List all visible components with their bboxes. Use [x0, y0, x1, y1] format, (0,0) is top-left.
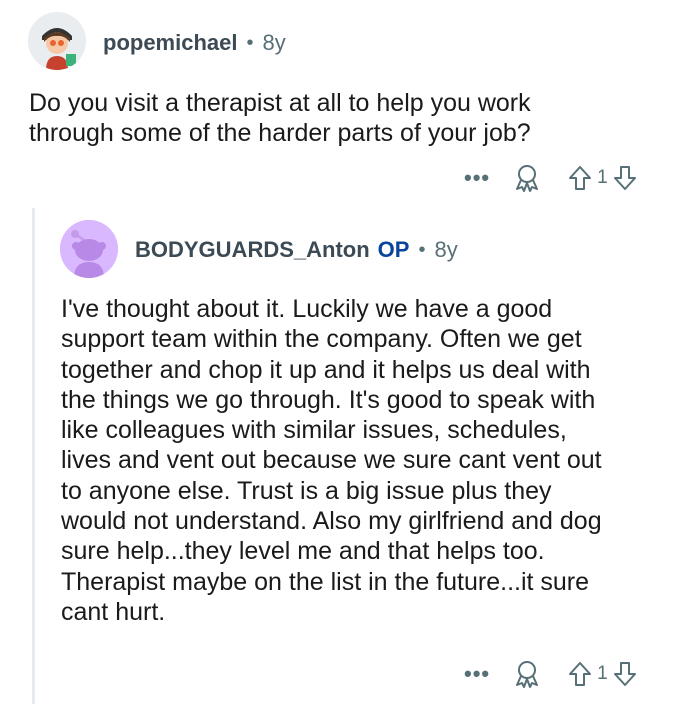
comment-actions: ••• 1 [464, 659, 637, 689]
downvote-icon[interactable] [613, 661, 637, 687]
avatar[interactable] [28, 12, 86, 70]
comment-meta: popemichael • 8y [103, 30, 286, 56]
more-options-icon[interactable]: ••• [464, 167, 490, 189]
comment-meta: BODYGUARDS_Anton OP • 8y [135, 237, 458, 263]
avatar-icon [28, 12, 86, 70]
avatar[interactable] [60, 220, 118, 278]
timestamp: 8y [434, 237, 458, 262]
thread-line[interactable] [32, 208, 35, 704]
upvote-icon[interactable] [568, 165, 592, 191]
comment-actions: ••• 1 [464, 163, 637, 193]
award-icon[interactable] [514, 660, 540, 688]
timestamp: 8y [262, 30, 286, 55]
downvote-icon[interactable] [613, 165, 637, 191]
more-options-icon[interactable]: ••• [464, 663, 490, 685]
vote-count: 1 [597, 663, 608, 684]
separator: • [418, 238, 426, 261]
vote-count: 1 [597, 167, 608, 188]
comment-body: I've thought about it. Luckily we have a… [61, 295, 602, 626]
upvote-icon[interactable] [568, 661, 592, 687]
username[interactable]: BODYGUARDS_Anton [135, 237, 370, 263]
username[interactable]: popemichael [103, 30, 237, 56]
avatar-icon [60, 220, 118, 278]
separator: • [246, 31, 254, 54]
comment-body: Do you visit a therapist at all to help … [29, 89, 531, 148]
op-badge: OP [377, 237, 410, 262]
award-icon[interactable] [514, 164, 540, 192]
